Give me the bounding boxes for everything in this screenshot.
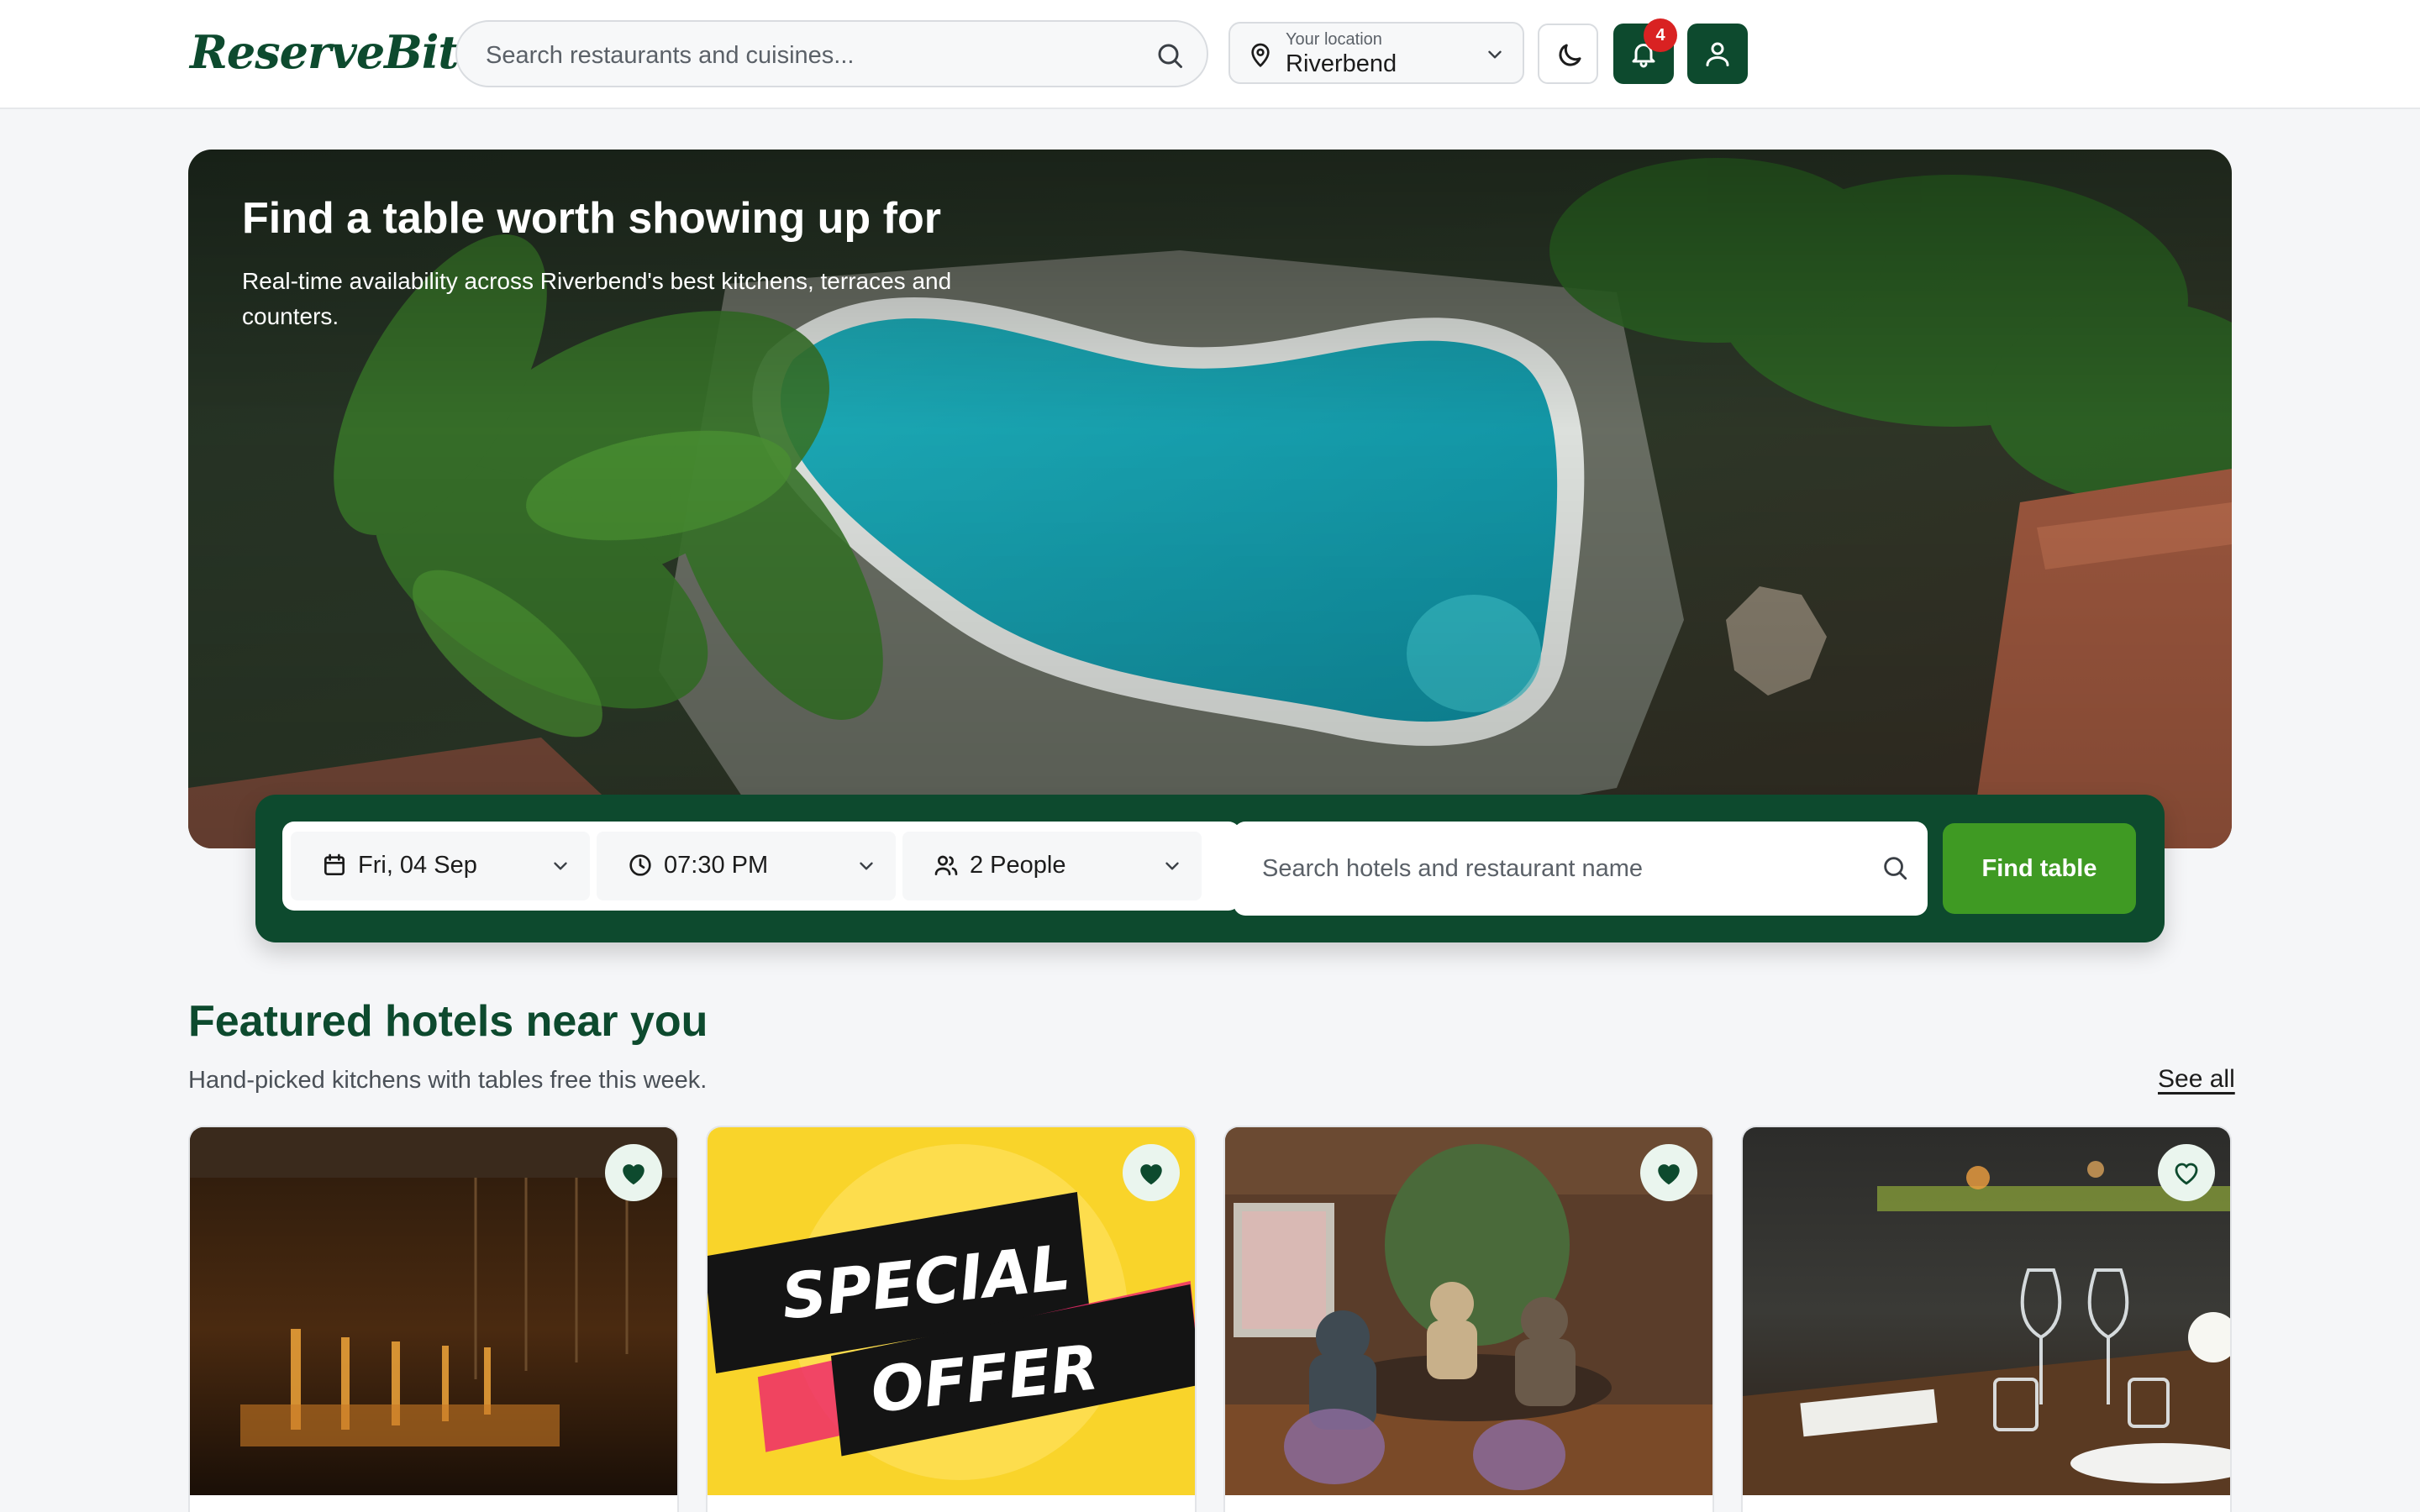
heart-filled-icon [1658, 1164, 1680, 1185]
theme-toggle-button[interactable] [1538, 24, 1598, 84]
top-header: ReserveBite Search restaurants and cuisi… [0, 0, 2420, 109]
hotel-card[interactable] [1741, 1126, 2232, 1512]
hotel-card-image [190, 1127, 677, 1495]
search-placeholder: Search restaurants and cuisines... [486, 42, 855, 69]
heart-filled-icon [623, 1164, 644, 1185]
chevron-down-icon [860, 862, 873, 870]
hero-pool-aerial-image [188, 150, 2232, 848]
users-icon [934, 855, 958, 875]
favorite-button[interactable] [1640, 1144, 1697, 1201]
search-icon[interactable] [1881, 853, 1909, 882]
favorite-button[interactable] [1123, 1144, 1180, 1201]
user-icon [1706, 42, 1729, 66]
restaurant-search-placeholder: Search hotels and restaurant name [1262, 855, 1643, 882]
people-value: 2 People [970, 852, 1066, 879]
location-label: Your location [1286, 30, 1382, 49]
profile-button[interactable] [1687, 24, 1748, 84]
hero-subtitle: Real-time availability across Riverbend'… [242, 268, 952, 329]
notification-badge: 4 [1644, 18, 1677, 52]
party-size-selector[interactable]: 2 People [902, 832, 1202, 900]
search-icon[interactable] [1155, 40, 1185, 71]
hotel-card[interactable]: SPECIAL OFFER [706, 1126, 1197, 1512]
chevron-down-icon [1165, 862, 1179, 870]
location-selector[interactable]: Your location Riverbend [1228, 22, 1524, 84]
featured-section-subtitle: Hand-picked kitchens with tables free th… [188, 1067, 708, 1094]
moon-icon [1559, 44, 1581, 66]
date-value: Fri, 04 Sep [358, 852, 477, 879]
map-pin-icon [1251, 43, 1270, 67]
time-value: 07:30 PM [664, 852, 769, 879]
date-selector[interactable]: Fri, 04 Sep [291, 832, 590, 900]
hotel-card[interactable] [188, 1126, 679, 1512]
hero-title: Find a table worth showing up for [242, 194, 941, 243]
heart-outline-icon [2175, 1163, 2198, 1185]
see-all-link[interactable]: See all [2158, 1065, 2235, 1094]
hotel-card[interactable] [1223, 1126, 1714, 1512]
logo[interactable]: ReserveBite [190, 25, 487, 79]
booking-bar: Fri, 04 Sep 07:30 PM 2 People Search hot… [255, 795, 2165, 942]
restaurant-search-input[interactable]: Search hotels and restaurant name [1234, 822, 1928, 916]
clock-icon [629, 854, 651, 876]
special-offer-banner-image: SPECIAL OFFER [708, 1127, 1195, 1495]
chevron-down-icon [1488, 50, 1502, 59]
favorite-button[interactable] [2158, 1144, 2215, 1201]
location-value: Riverbend [1286, 50, 1397, 77]
heart-filled-icon [1140, 1164, 1162, 1185]
chevron-down-icon [554, 862, 567, 870]
search-input[interactable]: Search restaurants and cuisines... [455, 20, 1208, 87]
hotel-card-image [1225, 1127, 1712, 1495]
featured-section-title: Featured hotels near you [188, 997, 708, 1046]
calendar-icon [324, 853, 345, 875]
booking-selectors: Fri, 04 Sep 07:30 PM 2 People [282, 822, 1240, 911]
hero-banner: Find a table worth showing up for Real-t… [188, 150, 2232, 848]
hotel-card-image [1743, 1127, 2230, 1495]
favorite-button[interactable] [605, 1144, 662, 1201]
find-table-button[interactable]: Find table [1943, 823, 2136, 914]
time-selector[interactable]: 07:30 PM [597, 832, 896, 900]
